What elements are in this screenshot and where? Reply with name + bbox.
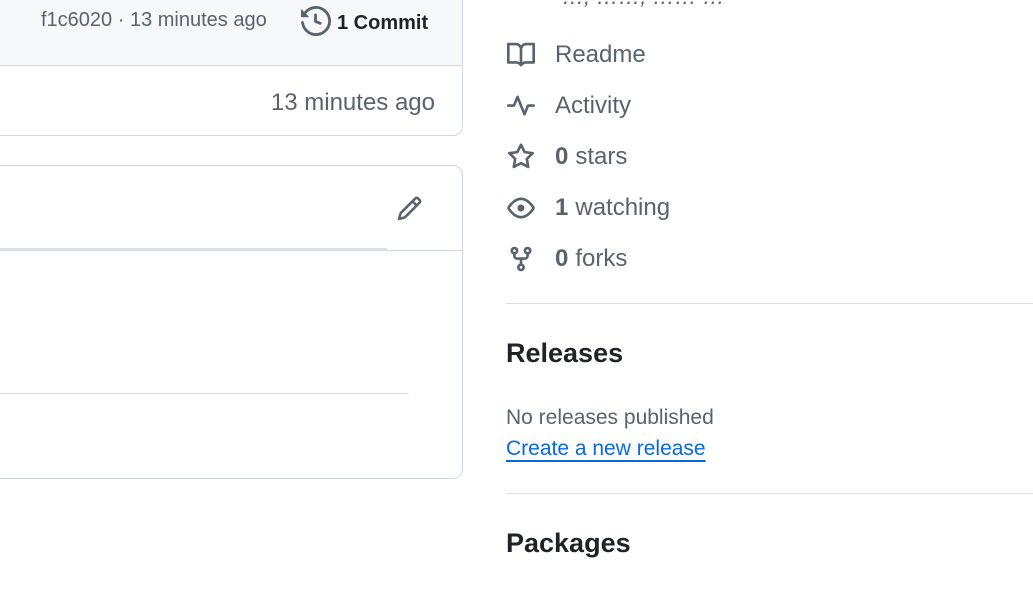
readme-link[interactable]: Readme — [506, 38, 646, 72]
releases-heading[interactable]: Releases — [506, 338, 623, 369]
star-icon — [506, 142, 536, 172]
edit-readme-button[interactable] — [394, 193, 424, 223]
pencil-icon — [397, 196, 421, 220]
about-description: …, ……, …… … — [562, 0, 725, 10]
watching-count: 1 — [555, 194, 569, 221]
readme-tab-underline — [0, 248, 387, 251]
readme-content-divider — [0, 393, 409, 394]
readme-panel — [0, 165, 463, 479]
commits-history-link[interactable]: 1 Commit — [301, 5, 429, 41]
sidebar-divider — [506, 303, 1033, 304]
create-release-link[interactable]: Create a new release — [506, 437, 706, 461]
sidebar-divider — [506, 493, 1033, 494]
stars-count: 0 — [555, 143, 569, 170]
repo-forked-icon — [506, 244, 536, 274]
stars-link[interactable]: 0 stars — [506, 140, 627, 174]
latest-commit-bar: f1c6020 · 13 minutes ago 1 Commit — [0, 0, 462, 66]
book-icon — [506, 40, 536, 70]
forks-label: forks — [575, 245, 628, 272]
watchers-link[interactable]: 1 watching — [506, 191, 670, 225]
stars-label: stars — [575, 143, 628, 170]
packages-heading[interactable]: Packages — [506, 528, 631, 559]
forks-link[interactable]: 0 forks — [506, 242, 627, 276]
watching-label: watching — [575, 194, 671, 221]
activity-link[interactable]: Activity — [506, 89, 631, 123]
forks-count: 0 — [555, 245, 569, 272]
file-list-panel: f1c6020 · 13 minutes ago 1 Commit 13 min… — [0, 0, 463, 136]
pulse-icon — [506, 91, 536, 121]
repo-sidebar: …, ……, …… … Readme Activity 0 stars 1 wa… — [506, 0, 1033, 593]
activity-label: Activity — [555, 92, 632, 119]
commit-sha-and-time[interactable]: f1c6020 · 13 minutes ago — [41, 9, 267, 32]
commit-count-label: 1 Commit — [337, 12, 429, 34]
readme-label: Readme — [555, 41, 646, 68]
file-row-time: 13 minutes ago — [270, 89, 435, 116]
eye-icon — [506, 193, 536, 223]
history-icon — [301, 5, 332, 41]
no-releases-text: No releases published — [506, 406, 714, 429]
